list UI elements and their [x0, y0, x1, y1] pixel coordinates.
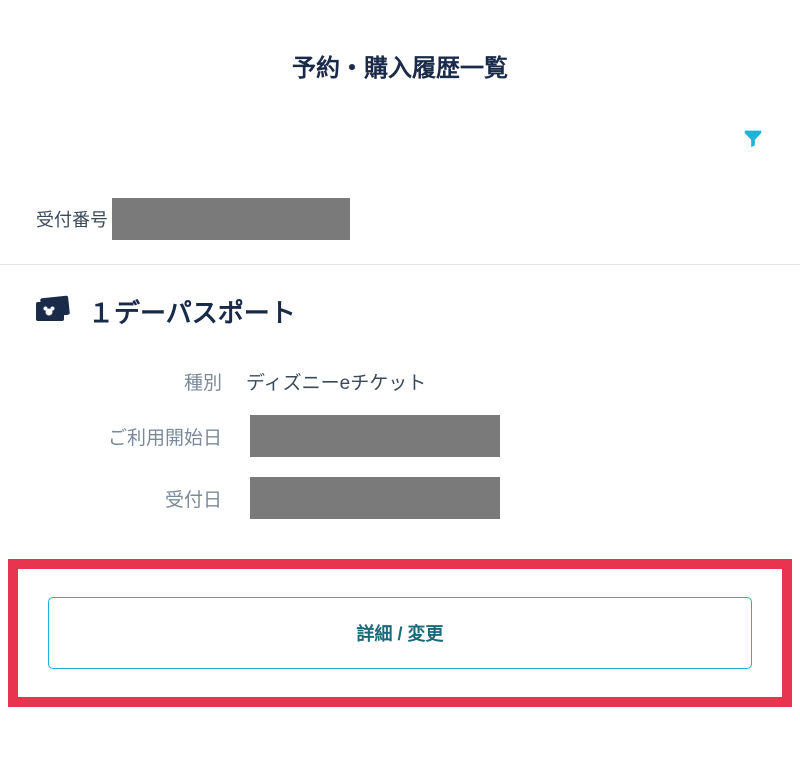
product-header: １デーパスポート: [0, 265, 800, 350]
receipt-date-label: 受付日: [36, 485, 246, 512]
filter-row: [0, 115, 800, 178]
filter-icon[interactable]: [742, 127, 764, 154]
detail-row-type: 種別 ディズニーeチケット: [36, 358, 764, 405]
receipt-number-value-redacted: [112, 198, 350, 240]
detail-row-start-date: ご利用開始日: [36, 405, 764, 467]
receipt-number-row: 受付番号: [0, 178, 800, 265]
ticket-icon: [36, 295, 88, 328]
page-title: 予約・購入履歴一覧: [0, 0, 800, 115]
detail-change-button[interactable]: 詳細 / 変更: [48, 597, 752, 669]
type-label: 種別: [36, 368, 246, 395]
detail-grid: 種別 ディズニーeチケット ご利用開始日 受付日: [0, 350, 800, 559]
detail-row-receipt-date: 受付日: [36, 467, 764, 529]
start-date-value-redacted: [250, 415, 500, 457]
receipt-number-label: 受付番号: [36, 206, 108, 232]
start-date-label: ご利用開始日: [36, 423, 246, 450]
highlight-annotation: 詳細 / 変更: [8, 559, 792, 707]
type-value: ディズニーeチケット: [246, 368, 426, 395]
product-name: １デーパスポート: [88, 293, 296, 330]
receipt-date-value-redacted: [250, 477, 500, 519]
